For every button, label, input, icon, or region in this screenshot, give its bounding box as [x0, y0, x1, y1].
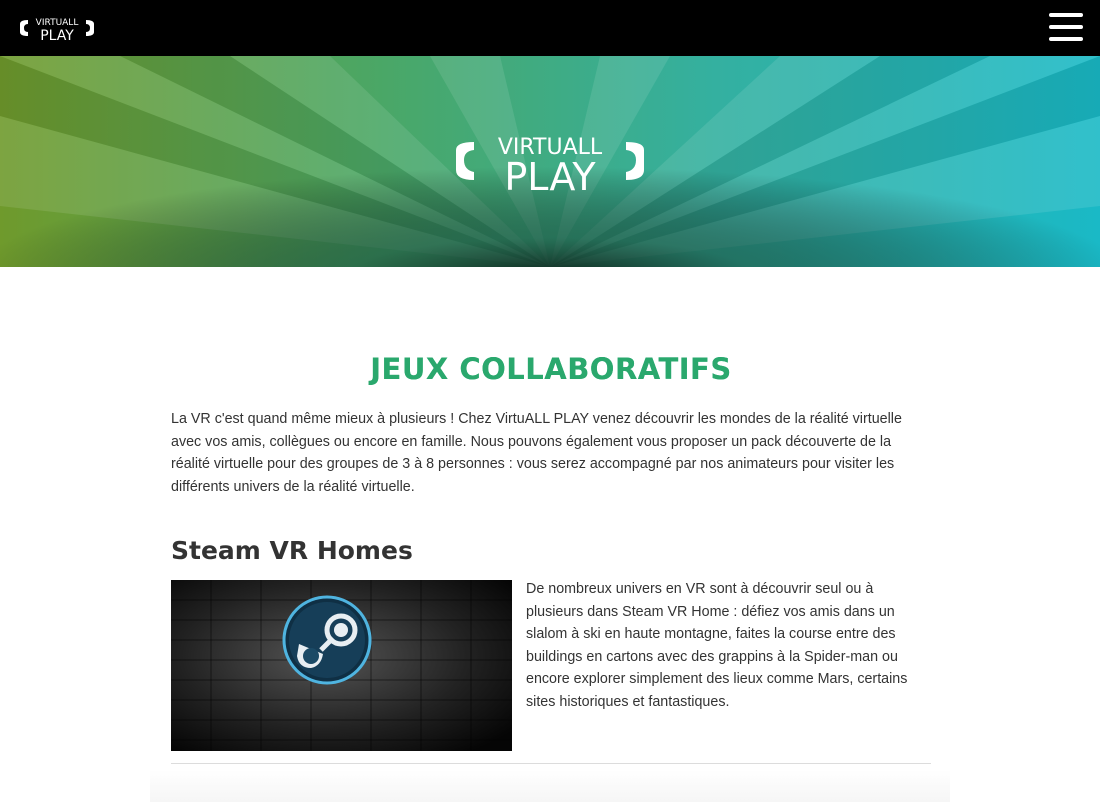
- game-description: De nombreux univers en VR sont à découvr…: [526, 581, 908, 710]
- hero-logo: VIRTUALL PLAY: [456, 135, 644, 198]
- bottom-shadow: [150, 770, 950, 802]
- svg-text:PLAY: PLAY: [504, 155, 596, 198]
- game-title: Steam VR Homes: [171, 536, 413, 565]
- steam-logo-icon: [282, 595, 372, 685]
- section-title: JEUX COLLABORATIFS: [171, 352, 931, 386]
- steam-vr-image: [171, 580, 512, 751]
- top-navbar: VIRTUALL PLAY: [0, 0, 1100, 56]
- svg-text:PLAY: PLAY: [40, 28, 74, 44]
- intro-paragraph: La VR c'est quand même mieux à plusieurs…: [171, 411, 902, 495]
- main-content: JEUX COLLABORATIFS La VR c'est quand mêm…: [171, 340, 931, 758]
- divider: [171, 763, 931, 764]
- virtuall-play-logo[interactable]: VIRTUALL PLAY: [18, 12, 96, 44]
- hamburger-icon[interactable]: [1049, 13, 1083, 41]
- svg-text:VIRTUALL: VIRTUALL: [36, 18, 79, 28]
- game-card: De nombreux univers en VR sont à découvr…: [171, 580, 931, 758]
- hero-banner: VIRTUALL PLAY: [0, 56, 1100, 267]
